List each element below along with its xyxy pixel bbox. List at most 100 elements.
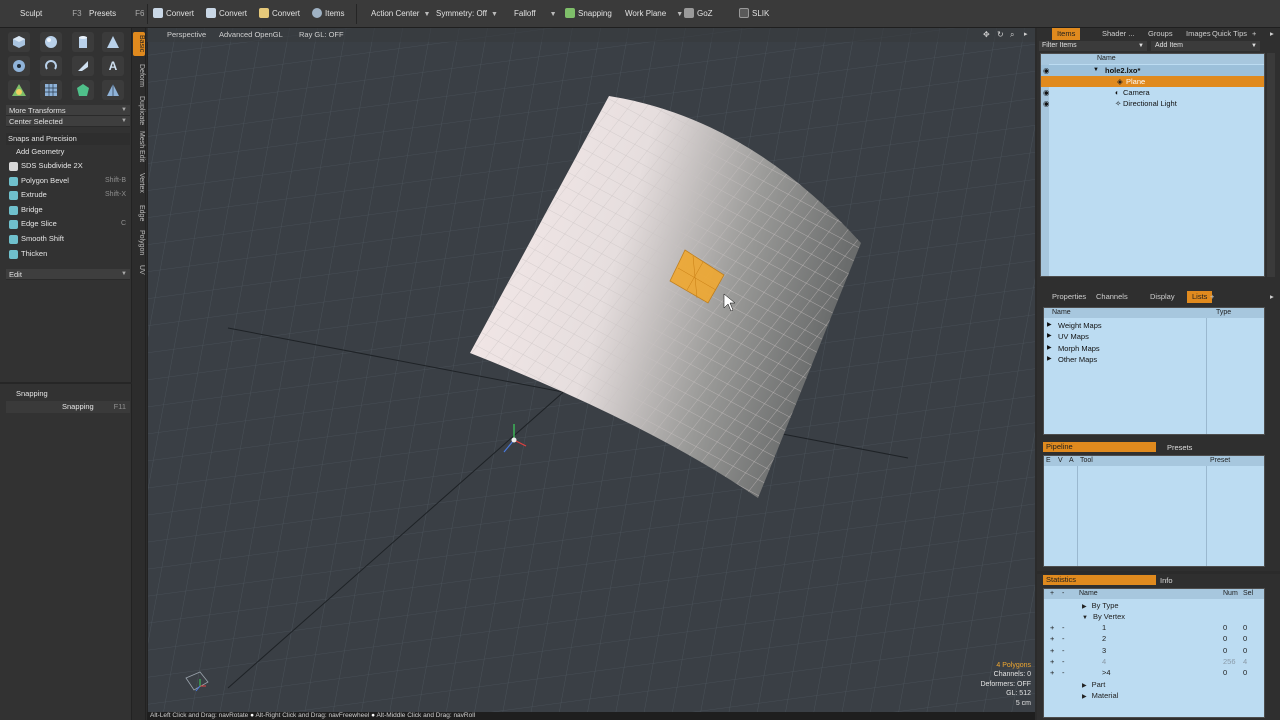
add-tab-icon[interactable]: + [1205, 291, 1219, 303]
cylinder-tool-button[interactable] [72, 32, 94, 52]
name-column-header[interactable]: Name [1097, 54, 1116, 64]
action-center-dropdown[interactable]: Action Center ▼ [371, 6, 430, 22]
snapping-item[interactable]: Snapping F11 [6, 401, 130, 413]
name-column-header[interactable]: Name [1052, 308, 1071, 318]
symmetry-dropdown[interactable]: Symmetry: Off ▼ [436, 6, 498, 22]
tab-items[interactable]: Items [1052, 28, 1081, 40]
vertex-stat-row[interactable]: + - >4 0 0 [1044, 667, 1264, 678]
map-group-row[interactable]: ▶ Morph Maps [1044, 343, 1204, 354]
element-move-button[interactable] [8, 80, 30, 100]
name-column-header[interactable]: Name [1079, 589, 1098, 599]
eye-icon[interactable]: ◉ [1043, 65, 1050, 76]
tab-groups[interactable]: Groups [1143, 28, 1178, 40]
preset-column-header[interactable]: Preset [1210, 456, 1230, 466]
add-column-icon[interactable]: + [1050, 589, 1054, 599]
more-transforms-dropdown[interactable]: More Transforms ▼ [6, 105, 130, 116]
vertex-stat-row[interactable]: + - 4 256 4 [1044, 656, 1264, 667]
item-row-plane[interactable]: ◈ Plane [1041, 76, 1264, 87]
3d-viewport[interactable]: 4 Polygons Channels: 0 Deformers: OFF GL… [147, 28, 1035, 712]
tab-properties[interactable]: Properties [1047, 291, 1091, 303]
map-group-row[interactable]: ▶ Weight Maps [1044, 320, 1204, 331]
convert-button-1[interactable]: Convert [153, 6, 194, 22]
add-tab-icon[interactable]: + [1247, 28, 1261, 40]
tab-uv[interactable]: UV [133, 262, 145, 278]
remove-icon[interactable]: - [1062, 656, 1065, 667]
map-group-row[interactable]: ▶ Other Maps [1044, 354, 1204, 365]
raygl-toggle[interactable]: Ray GL: OFF [299, 30, 344, 39]
snapping-button[interactable]: Snapping [565, 6, 612, 22]
tab-vertex[interactable]: Vertex [133, 170, 145, 196]
tab-channels[interactable]: Channels [1091, 291, 1133, 303]
material-row[interactable]: ▶ Material [1082, 690, 1118, 701]
pan-icon[interactable]: ✥ [983, 30, 990, 39]
num-column-header[interactable]: Num [1223, 589, 1238, 599]
tab-polygon[interactable]: Polygon [133, 228, 145, 258]
tab-info[interactable]: Info [1160, 576, 1173, 585]
tab-display[interactable]: Display [1145, 291, 1180, 303]
filter-items-dropdown[interactable]: Filter Items ▼ [1039, 41, 1147, 51]
remove-column-icon[interactable]: - [1062, 589, 1064, 599]
polygon-tool-button[interactable] [72, 80, 94, 100]
tab-presets[interactable]: Presets [1167, 443, 1192, 452]
sculpt-tab[interactable]: Sculpt F3 [20, 6, 82, 22]
items-button[interactable]: Items [312, 6, 345, 22]
remove-icon[interactable]: - [1062, 667, 1065, 678]
type-column-header[interactable]: Type [1216, 308, 1231, 318]
convert-button-3[interactable]: Convert [259, 6, 300, 22]
move-tool-button[interactable] [8, 56, 30, 76]
visible-column-header[interactable]: V [1058, 456, 1063, 466]
render-mode-dropdown[interactable]: Advanced OpenGL [219, 30, 283, 39]
sphere-tool-button[interactable] [40, 32, 62, 52]
sel-column-header[interactable]: Sel [1243, 589, 1253, 599]
text-tool-button[interactable]: A [102, 56, 124, 76]
presets-tab[interactable]: Presets F6 [89, 6, 144, 22]
eye-icon[interactable]: ◉ [1043, 87, 1050, 98]
add-item-dropdown[interactable]: Add Item ▼ [1151, 41, 1260, 51]
slik-button[interactable]: SLIK [739, 6, 769, 22]
item-row-camera[interactable]: ◉ ◐ Camera [1041, 87, 1264, 98]
tab-statistics[interactable]: Statistics [1043, 575, 1156, 585]
goz-button[interactable]: GoZ [684, 6, 713, 22]
pen-tool-button[interactable] [72, 56, 94, 76]
remove-icon[interactable]: - [1062, 645, 1065, 656]
snapping-section-header[interactable]: Snapping [6, 388, 130, 400]
vertex-stat-row[interactable]: + - 2 0 0 [1044, 633, 1264, 644]
cone-tool-button[interactable] [102, 32, 124, 52]
tab-pipeline[interactable]: Pipeline [1043, 442, 1156, 452]
tab-deform[interactable]: Deform [133, 58, 145, 92]
tab-duplicate[interactable]: Duplicate [133, 94, 145, 128]
by-type-row[interactable]: ▶ By Type [1082, 600, 1119, 611]
item-list-scrollbar[interactable] [1267, 53, 1275, 277]
rotate-tool-button[interactable] [40, 56, 62, 76]
tool-item[interactable]: SDS Subdivide 2X [6, 159, 130, 173]
part-row[interactable]: ▶ Part [1082, 679, 1105, 690]
falloff-dropdown[interactable]: Falloff ▼ [514, 6, 557, 22]
viewport-menu-arrow-icon[interactable]: ▸ [1024, 30, 1028, 38]
gizmo-center[interactable] [511, 437, 517, 443]
vertex-stat-row[interactable]: + - 1 0 0 [1044, 622, 1264, 633]
work-plane-dropdown[interactable]: Work Plane ▼ [625, 6, 683, 22]
orbit-icon[interactable]: ↻ [997, 30, 1004, 39]
tab-basic[interactable]: Basic [133, 32, 145, 56]
tab-quick-tips[interactable]: Quick Tips [1207, 28, 1252, 40]
enable-column-header[interactable]: E [1046, 456, 1051, 466]
edit-dropdown[interactable]: Edit ▼ [6, 269, 130, 280]
tool-item[interactable]: Bridge [6, 203, 130, 217]
tool-item[interactable]: Extrude Shift-X [6, 188, 130, 202]
remove-icon[interactable]: - [1062, 622, 1065, 633]
view-type-dropdown[interactable]: Perspective [167, 30, 206, 39]
tool-item[interactable]: Edge Slice C [6, 217, 130, 231]
add-geometry-header[interactable]: Add Geometry [6, 146, 130, 158]
tab-shader[interactable]: Shader ... [1097, 28, 1140, 40]
item-row-scene[interactable]: ◉ ▼ hole2.lxo* [1041, 65, 1264, 76]
add-icon[interactable]: + [1050, 622, 1054, 633]
by-vertex-row[interactable]: ▼ By Vertex [1082, 611, 1125, 622]
remove-icon[interactable]: - [1062, 633, 1065, 644]
pyramid-tool-button[interactable] [102, 80, 124, 100]
snaps-precision-header[interactable]: Snaps and Precision [6, 133, 130, 145]
item-row-light[interactable]: ◉ ✧ Directional Light [1041, 98, 1264, 109]
active-column-header[interactable]: A [1069, 456, 1074, 466]
tab-mesh-edit[interactable]: Mesh Edit [133, 130, 145, 164]
map-group-row[interactable]: ▶ UV Maps [1044, 331, 1204, 342]
grid-tool-button[interactable] [40, 80, 62, 100]
